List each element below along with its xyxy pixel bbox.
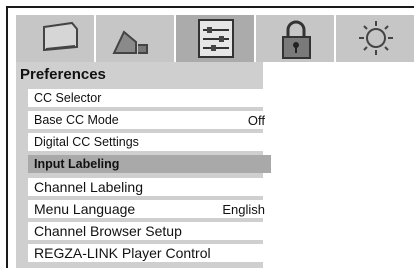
menu-item-label: Input Labeling [34,157,120,171]
settings-sun-icon [359,21,393,55]
menu-item-label: CC Selector [34,91,102,105]
menu-item-label: Channel Browser Setup [34,223,182,239]
tab-picture[interactable] [16,15,96,62]
menu-item-base-cc-mode[interactable]: Base CC Mode Off [28,111,271,129]
menu-item-input-labeling[interactable]: Input Labeling [28,155,271,173]
menu-item-label: Channel Labeling [34,179,143,195]
menu-item-menu-language[interactable]: Menu Language English [28,200,271,218]
menu-item-value: Off [247,112,265,128]
lock-icon [282,20,311,59]
menu-item-cc-selector[interactable]: CC Selector [28,89,271,107]
tab-lock[interactable] [256,15,336,62]
panel-title: Preferences [20,66,106,83]
menu-item-label: REGZA-LINK Player Control [34,245,211,261]
tab-sound[interactable] [96,15,176,62]
menu-tab-bar [16,15,414,62]
tab-setup[interactable] [176,15,256,62]
menu-item-label: Digital CC Settings [34,135,139,149]
menu-item-label: Menu Language [34,201,136,217]
menu-item-regza-link-player-control[interactable]: REGZA-LINK Player Control [28,244,271,262]
menu-item-channel-browser-setup[interactable]: Channel Browser Setup [28,222,271,240]
setup-sliders-icon [198,19,234,58]
menu-item-channel-labeling[interactable]: Channel Labeling [28,178,271,196]
menu-item-value: English [222,201,265,217]
menu-item-digital-cc-settings[interactable]: Digital CC Settings [28,133,271,151]
picture-icon [43,21,78,52]
tab-settings[interactable] [336,15,414,62]
sound-icon [112,30,148,54]
menu-item-label: Base CC Mode [34,113,119,127]
